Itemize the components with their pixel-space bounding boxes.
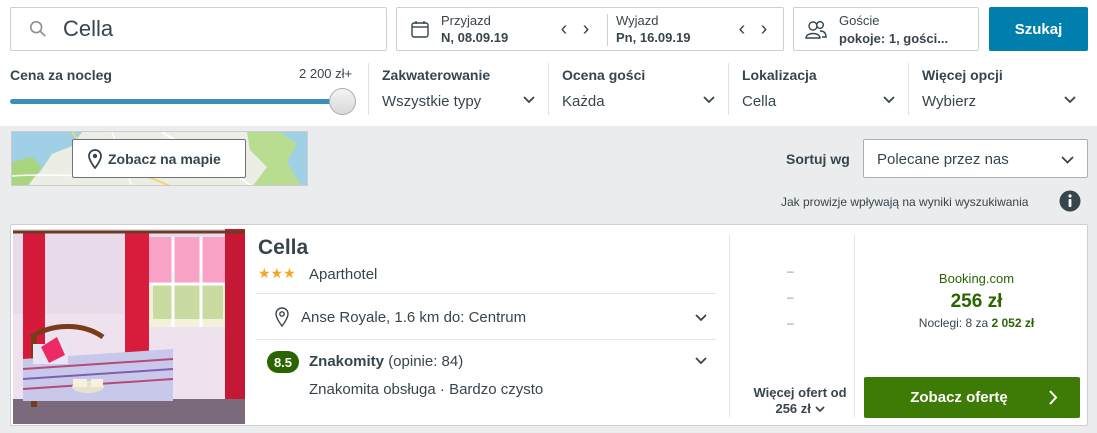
filter-location[interactable]: Lokalizacja Cella: [728, 63, 908, 115]
checkin-value: N, 08.09.19: [441, 30, 509, 45]
hotel-result-card[interactable]: Cella ★★★ Aparthotel Anse Royale, 1.6 km…: [10, 224, 1088, 426]
checkin-field[interactable]: Przyjazd N, 08.09.19: [441, 13, 508, 45]
search-button[interactable]: Szukaj: [989, 7, 1088, 51]
show-on-map-label: Zobacz na mapie: [108, 150, 221, 167]
filter-accommodation-title: Zakwaterowanie: [382, 67, 491, 83]
filter-location-title: Lokalizacja: [742, 67, 817, 83]
checkout-field[interactable]: Wyjazd Pn, 16.09.19: [616, 13, 690, 45]
filter-more-options[interactable]: Więcej opcji Wybierz: [908, 63, 1088, 115]
filter-rating[interactable]: Ocena gości Każda: [548, 63, 728, 115]
checkin-prev-icon[interactable]: ‹: [557, 19, 571, 39]
chevron-down-icon: [1061, 156, 1074, 164]
checkout-prev-icon[interactable]: ‹: [735, 19, 749, 39]
search-icon: [29, 20, 46, 37]
show-on-map-button[interactable]: Zobacz na mapie: [72, 139, 246, 178]
chevron-down-icon: [1064, 96, 1076, 104]
sort-value: Polecane przez nas: [877, 151, 1009, 168]
view-deal-label: Zobacz ofertę: [910, 389, 1008, 406]
sort-select[interactable]: Polecane przez nas: [863, 139, 1088, 178]
checkout-next-icon[interactable]: ›: [757, 19, 771, 39]
chevron-down-icon[interactable]: [695, 314, 707, 322]
divider: [256, 339, 716, 340]
sort-label: Sortuj wg: [786, 151, 850, 167]
rating-score-badge: 8.5: [267, 351, 299, 373]
search-value: Cella: [63, 16, 114, 41]
rating-word: Znakomity: [309, 353, 385, 370]
nights-total: Noclegi: 8 za 2 052 zł: [864, 316, 1089, 330]
filter-rating-value: Każda: [562, 93, 605, 110]
info-icon[interactable]: [1059, 190, 1081, 212]
chevron-down-icon: [523, 96, 535, 104]
chevron-down-icon: [883, 96, 895, 104]
offer-placeholder: –: [787, 290, 794, 304]
divider: [854, 235, 855, 417]
view-deal-button[interactable]: Zobacz ofertę: [864, 377, 1080, 418]
price-slider-handle[interactable]: [329, 88, 356, 115]
divider: [256, 293, 716, 294]
more-offers-price-row: 256 zł: [737, 401, 863, 417]
checkin-next-icon[interactable]: ›: [579, 19, 593, 39]
checkout-label: Wyjazd: [616, 13, 659, 28]
divider: [729, 235, 730, 417]
offer-price[interactable]: 256 zł: [864, 291, 1089, 313]
price-filter-max: 2 200 zł+: [299, 66, 353, 81]
filter-location-value: Cella: [742, 93, 777, 110]
price-filter-title: Cena za nocleg: [10, 67, 112, 83]
checkin-label: Przyjazd: [441, 13, 491, 28]
more-offers-link[interactable]: Więcej ofert od 256 zł: [737, 385, 863, 417]
hotel-name[interactable]: Cella: [258, 236, 308, 260]
guests-icon: [805, 21, 827, 39]
chevron-down-icon: [814, 406, 825, 413]
rating-summary[interactable]: Znakomity (opinie: 84): [309, 353, 463, 370]
commission-info-link[interactable]: Jak prowizje wpływają na wyniki wyszukiw…: [781, 195, 1028, 209]
map-pin-icon: [88, 148, 102, 169]
more-offers-price: 256 zł: [775, 401, 811, 416]
filter-more-value: Wybierz: [922, 93, 977, 110]
guests-value: pokoje: 1, gości...: [839, 31, 949, 46]
nights-total-price: 2 052 zł: [991, 316, 1035, 330]
hotel-photo[interactable]: [13, 229, 245, 424]
hotel-type: Aparthotel: [309, 266, 378, 283]
rating-highlights: Znakomita obsługa · Bardzo czysto: [309, 381, 544, 398]
filter-accommodation-value: Wszystkie typy: [382, 93, 482, 110]
hotel-location[interactable]: Anse Royale, 1.6 km do: Centrum: [301, 309, 526, 326]
calendar-icon: [411, 21, 429, 38]
filter-accommodation[interactable]: Zakwaterowanie Wszystkie typy: [368, 63, 548, 115]
hotel-room-image: [13, 229, 245, 424]
filter-rating-title: Ocena gości: [562, 67, 646, 83]
offer-placeholder: –: [787, 264, 794, 278]
guests-label: Goście: [839, 13, 880, 28]
location-pin-icon: [275, 307, 289, 327]
destination-search-input[interactable]: Cella: [10, 7, 387, 51]
star-rating-icon: ★★★: [258, 265, 296, 281]
offer-provider[interactable]: Booking.com: [864, 271, 1089, 286]
date-divider: [607, 14, 608, 46]
nights-prefix: Noclegi: 8 za: [918, 316, 989, 330]
date-picker[interactable]: Przyjazd N, 08.09.19 ‹ › Wyjazd Pn, 16.0…: [396, 7, 784, 51]
guests-selector[interactable]: Goście pokoje: 1, gości...: [793, 7, 979, 51]
filter-more-title: Więcej opcji: [922, 67, 1003, 83]
checkout-value: Pn, 16.09.19: [616, 30, 691, 45]
chevron-down-icon: [703, 96, 715, 104]
price-slider-track[interactable]: [10, 99, 340, 104]
more-offers-text: Więcej ofert od: [753, 385, 847, 400]
rating-reviews: (opinie: 84): [388, 353, 464, 370]
chevron-right-icon: [1049, 390, 1058, 405]
chevron-down-icon[interactable]: [695, 357, 707, 365]
offer-placeholder: –: [787, 316, 794, 330]
